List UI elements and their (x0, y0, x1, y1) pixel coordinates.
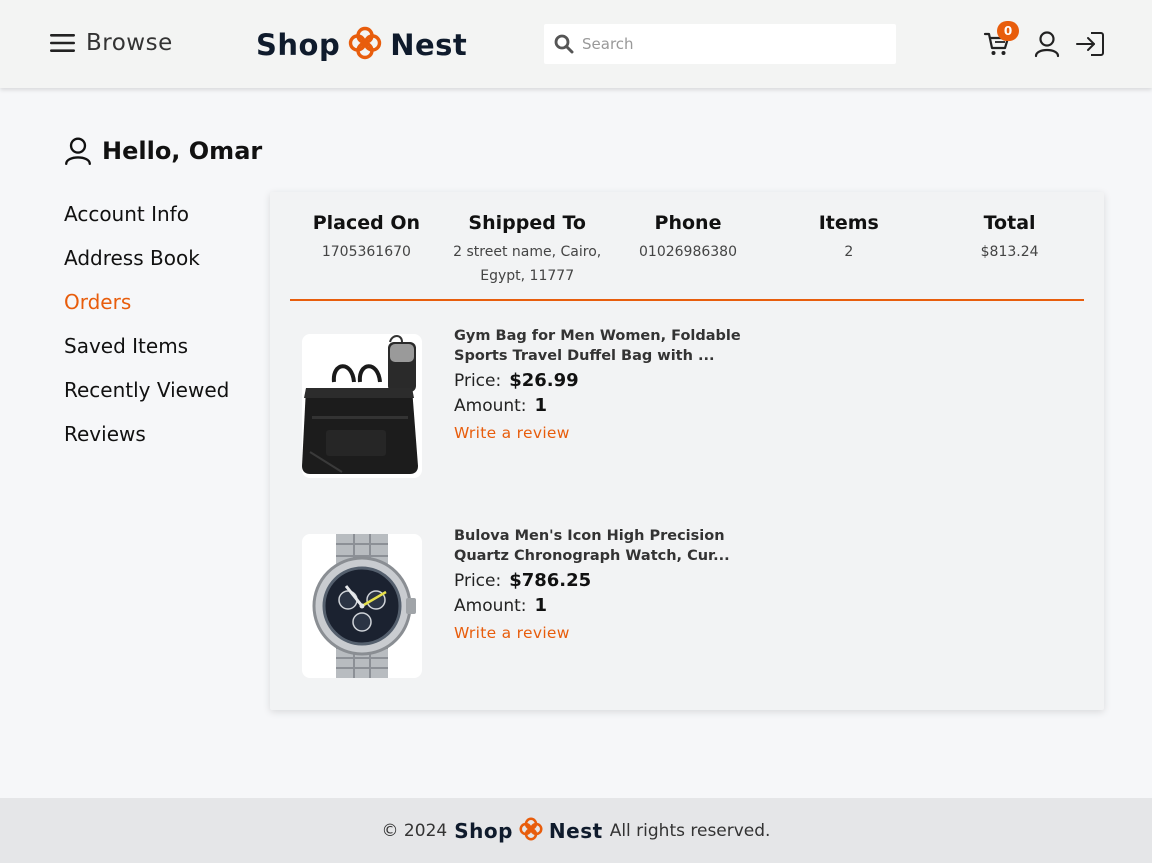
column-value: 2 (844, 244, 854, 260)
search-input[interactable] (582, 35, 882, 53)
copyright-text: © 2024 (381, 820, 448, 841)
write-review-link[interactable]: Write a review (454, 424, 570, 442)
logo-mark-icon (348, 26, 382, 64)
order-total: Total $813.24 (929, 212, 1090, 288)
browse-label: Browse (86, 30, 173, 56)
logo-text-right: Nest (548, 818, 603, 843)
amount-label: Amount: (454, 396, 527, 416)
greeting-text: Hello, Omar (102, 137, 263, 165)
item-amount: Amount: 1 (454, 595, 784, 616)
cart-button[interactable]: 0 (983, 21, 1019, 62)
site-footer: © 2024 Shop Nest All rights reserved. (0, 798, 1152, 863)
amount-value: 1 (534, 595, 548, 616)
write-review-link[interactable]: Write a review (454, 624, 570, 642)
wristwatch-image[interactable] (302, 534, 422, 678)
search-icon[interactable] (554, 34, 574, 54)
hamburger-icon (50, 34, 75, 52)
order-items: Items 2 (768, 212, 929, 288)
order-shipped-to: Shipped To 2 street name, Cairo, Egypt, … (447, 212, 608, 288)
item-price: Price: $786.25 (454, 570, 784, 591)
sidebar-item-saved-items[interactable]: Saved Items (64, 332, 229, 376)
price-value: $786.25 (509, 570, 592, 591)
order-placed-on: Placed On 1705361670 (286, 212, 447, 288)
amount-value: 1 (534, 395, 548, 416)
logo-text-left: Shop (256, 28, 341, 62)
sidebar-item-address-book[interactable]: Address Book (64, 244, 229, 288)
user-icon (65, 137, 91, 166)
order-phone: Phone 01026986380 (608, 212, 769, 288)
item-info: Gym Bag for Men Women, Foldable Sports T… (454, 326, 784, 442)
column-value: 01026986380 (639, 244, 737, 260)
cart-count-badge: 0 (997, 21, 1019, 41)
sign-in-icon (1076, 32, 1104, 56)
column-value: 2 street name, Cairo, Egypt, 11777 (453, 244, 602, 284)
item-amount: Amount: 1 (454, 395, 784, 416)
price-label: Price: (454, 371, 502, 391)
logo-text-right: Nest (390, 28, 468, 62)
account-button[interactable] (1034, 30, 1060, 62)
rights-text: All rights reserved. (609, 820, 771, 841)
price-label: Price: (454, 571, 502, 591)
column-value: $813.24 (980, 244, 1039, 260)
sidebar-item-recently-viewed[interactable]: Recently Viewed (64, 376, 229, 420)
site-header: Browse Shop Nest Search 0 (0, 0, 1152, 88)
footer-logo[interactable]: Shop Nest (454, 816, 603, 845)
item-title[interactable]: Gym Bag for Men Women, Foldable Sports T… (454, 326, 784, 366)
logo-text-left: Shop (454, 818, 513, 843)
user-icon (1034, 31, 1060, 58)
login-button[interactable] (1075, 30, 1105, 62)
price-value: $26.99 (509, 370, 579, 391)
divider (290, 299, 1084, 301)
sidebar-item-orders[interactable]: Orders (64, 288, 229, 332)
logo-mark-icon (519, 816, 543, 845)
site-logo[interactable]: Shop Nest (256, 26, 467, 64)
amount-label: Amount: (454, 596, 527, 616)
duffel-bag-image[interactable] (302, 334, 422, 478)
sidebar-item-reviews[interactable]: Reviews (64, 420, 229, 464)
item-title[interactable]: Bulova Men's Icon High Precision Quartz … (454, 526, 784, 566)
search-bar (544, 24, 896, 64)
column-header: Shipped To (468, 212, 586, 234)
order-summary: Placed On 1705361670 Shipped To 2 street… (286, 212, 1090, 288)
column-header: Placed On (312, 212, 421, 234)
item-price: Price: $26.99 (454, 370, 784, 391)
column-header: Items (818, 212, 879, 234)
item-info: Bulova Men's Icon High Precision Quartz … (454, 526, 784, 642)
column-header: Total (983, 212, 1036, 234)
browse-menu-button[interactable]: Browse (50, 30, 173, 56)
order-card: Placed On 1705361670 Shipped To 2 street… (270, 192, 1104, 710)
sidebar-item-account-info[interactable]: Account Info (64, 200, 229, 244)
account-sidebar: Account Info Address Book Orders Saved I… (64, 200, 229, 464)
column-value: 1705361670 (321, 244, 411, 260)
account-greeting: Hello, Omar (64, 136, 262, 166)
column-header: Phone (654, 212, 722, 234)
